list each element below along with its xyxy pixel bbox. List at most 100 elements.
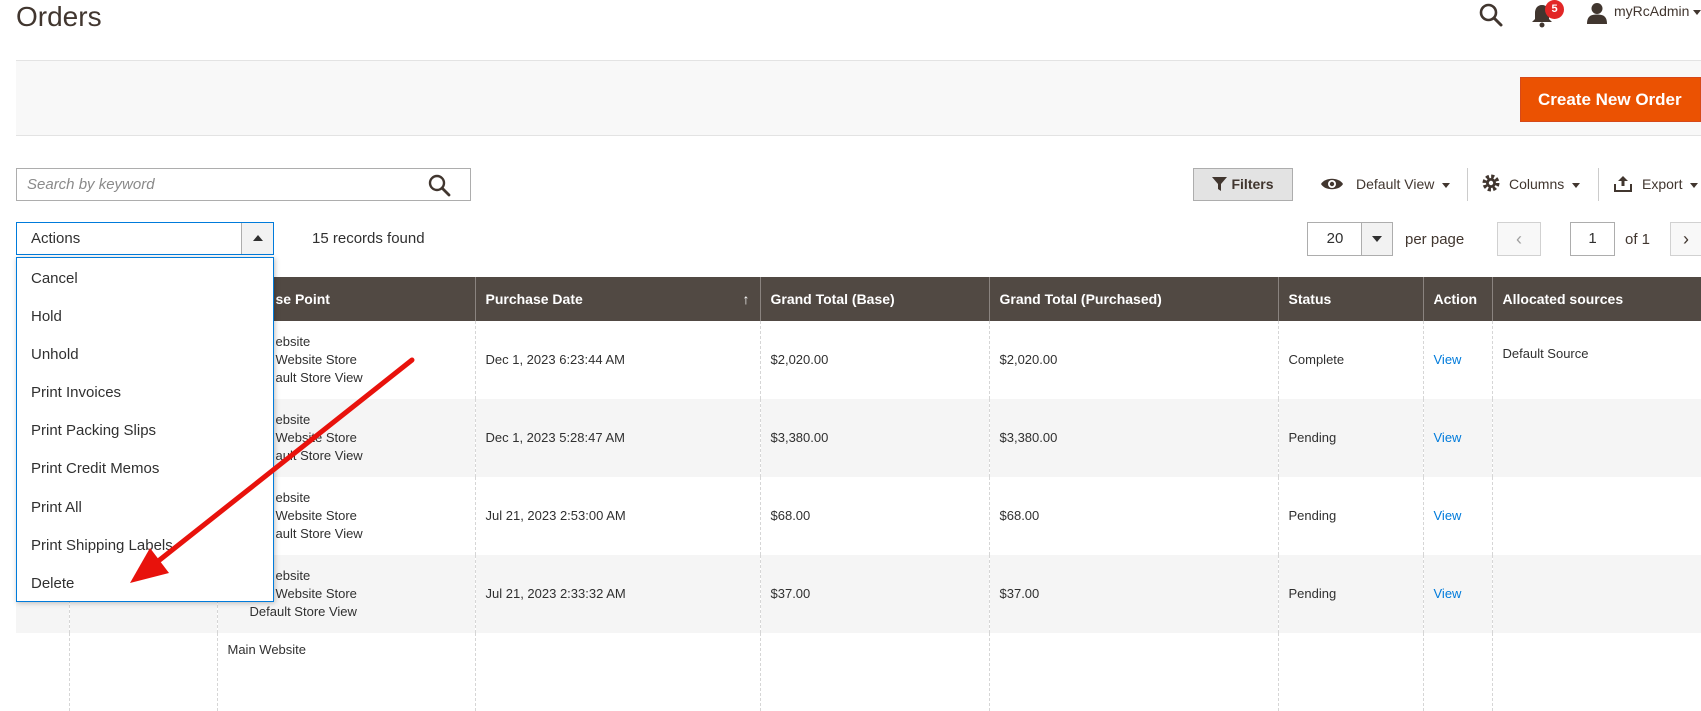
filters-label: Filters xyxy=(1231,176,1274,192)
view-order-link[interactable]: View xyxy=(1434,352,1462,367)
user-icon[interactable] xyxy=(1586,2,1608,24)
view-order-link[interactable]: View xyxy=(1434,586,1462,601)
cell-status: Pending xyxy=(1277,477,1423,555)
action-print-credit-memos[interactable]: Print Credit Memos xyxy=(31,460,159,477)
cell-allocated-sources: Default Source xyxy=(1491,321,1701,399)
cell-purchase-date: Dec 1, 2023 6:23:44 AM xyxy=(474,321,760,399)
eye-icon xyxy=(1321,178,1343,190)
export-label: Export xyxy=(1642,176,1683,192)
cell-status: Complete xyxy=(1277,321,1423,399)
cell-grand-total-purchased: $37.00 xyxy=(988,555,1278,633)
cell-status: Pending xyxy=(1277,555,1423,633)
cell-grand-total-purchased xyxy=(988,633,1278,711)
action-unhold[interactable]: Unhold xyxy=(31,346,79,363)
page-title: Orders xyxy=(16,1,102,32)
search-icon[interactable] xyxy=(1478,2,1504,28)
actions-dropdown-menu: Cancel Hold Unhold Print Invoices Print … xyxy=(16,257,274,602)
next-page-button[interactable]: › xyxy=(1670,222,1701,256)
column-label: Action xyxy=(1433,291,1478,307)
column-label: Allocated sources xyxy=(1502,291,1624,307)
view-selector[interactable]: Default View xyxy=(1320,168,1451,201)
chevron-down-icon xyxy=(1693,9,1701,15)
actions-select[interactable]: Actions xyxy=(16,222,274,255)
cell-status: Pending xyxy=(1277,399,1423,477)
filters-button[interactable]: Filters xyxy=(1193,168,1293,201)
total-pages-label: of 1 xyxy=(1625,231,1651,248)
action-print-shipping-labels[interactable]: Print Shipping Labels xyxy=(31,537,173,554)
sort-ascending-icon: ↑ xyxy=(742,291,750,307)
view-order-link[interactable]: View xyxy=(1434,508,1462,523)
column-header-purchase-date[interactable]: Purchase Date ↑ xyxy=(474,277,760,321)
cell-allocated-sources xyxy=(1491,555,1701,633)
action-hold[interactable]: Hold xyxy=(31,308,62,325)
per-page-toggle[interactable] xyxy=(1361,223,1392,255)
view-label: Default View xyxy=(1356,176,1435,192)
column-label: se Point xyxy=(275,291,330,307)
search-input[interactable] xyxy=(17,169,417,200)
toolbar-divider xyxy=(1598,168,1599,201)
action-print-invoices[interactable]: Print Invoices xyxy=(31,384,121,401)
per-page-value: 20 xyxy=(1326,230,1344,247)
chevron-right-icon: › xyxy=(1683,229,1689,249)
page-actions-bar xyxy=(16,61,1701,136)
cell-action: View xyxy=(1422,555,1492,633)
column-header-allocated-sources[interactable]: Allocated sources xyxy=(1491,277,1701,321)
cell-allocated-sources xyxy=(1491,477,1701,555)
chevron-down-icon xyxy=(1572,182,1581,188)
records-count: 15 records found xyxy=(312,230,425,247)
cell-action: View xyxy=(1422,477,1492,555)
filter-icon xyxy=(1212,177,1228,191)
export-selector[interactable]: Export xyxy=(1614,168,1699,201)
action-cancel[interactable]: Cancel xyxy=(31,270,78,287)
cell-purchase-date xyxy=(474,633,760,711)
column-label: Status xyxy=(1288,291,1332,307)
keyword-search xyxy=(16,168,471,201)
column-header-status[interactable]: Status xyxy=(1277,277,1423,321)
current-page-input[interactable]: 1 xyxy=(1570,222,1615,256)
cell-action xyxy=(1422,633,1492,711)
action-delete[interactable]: Delete xyxy=(31,575,74,592)
cell-grand-total-base: $37.00 xyxy=(759,555,989,633)
user-name: myRcAdmin xyxy=(1614,3,1690,19)
columns-selector[interactable]: Columns xyxy=(1481,168,1581,201)
search-submit-icon[interactable] xyxy=(427,173,451,197)
user-menu[interactable]: myRcAdmin xyxy=(1614,3,1701,19)
chevron-left-icon: ‹ xyxy=(1516,229,1522,249)
cell-allocated-sources xyxy=(1491,399,1701,477)
cell-purchase-date: Jul 21, 2023 2:53:00 AM xyxy=(474,477,760,555)
cell-grand-total-purchased: $2,020.00 xyxy=(988,321,1278,399)
per-page-label: per page xyxy=(1405,231,1465,248)
view-order-link[interactable]: View xyxy=(1434,430,1462,445)
chevron-down-icon xyxy=(1690,182,1699,188)
cell-allocated-sources xyxy=(1491,633,1701,711)
previous-page-button[interactable]: ‹ xyxy=(1497,222,1541,256)
actions-toggle[interactable] xyxy=(241,223,273,254)
export-icon xyxy=(1614,176,1632,192)
cell-action: View xyxy=(1422,399,1492,477)
column-header-action: Action xyxy=(1422,277,1492,321)
create-new-order-button[interactable]: Create New Order xyxy=(1520,77,1701,122)
toolbar-divider xyxy=(1467,168,1468,201)
cell-status xyxy=(1277,633,1423,711)
chevron-down-icon xyxy=(1372,236,1382,242)
column-header-grand-total-base[interactable]: Grand Total (Base) xyxy=(759,277,989,321)
action-print-packing-slips[interactable]: Print Packing Slips xyxy=(31,422,156,439)
cell-grand-total-base: $2,020.00 xyxy=(759,321,989,399)
per-page-select[interactable]: 20 xyxy=(1307,222,1393,256)
cell-id xyxy=(68,633,217,711)
row-checkbox-cell[interactable] xyxy=(16,633,69,711)
column-label: Grand Total (Base) xyxy=(770,291,895,307)
notification-badge: 5 xyxy=(1545,0,1564,19)
columns-label: Columns xyxy=(1509,176,1565,192)
action-print-all[interactable]: Print All xyxy=(31,499,82,516)
cell-grand-total-base: $3,380.00 xyxy=(759,399,989,477)
column-label: Grand Total (Purchased) xyxy=(999,291,1162,307)
chevron-down-icon xyxy=(1442,182,1451,188)
cell-grand-total-base: $68.00 xyxy=(759,477,989,555)
cell-purchase-date: Jul 21, 2023 2:33:32 AM xyxy=(474,555,760,633)
table-row[interactable]: Main Website xyxy=(16,633,1701,711)
cell-action: View xyxy=(1422,321,1492,399)
cell-grand-total-purchased: $3,380.00 xyxy=(988,399,1278,477)
chevron-up-icon xyxy=(253,235,263,241)
column-header-grand-total-purchased[interactable]: Grand Total (Purchased) xyxy=(988,277,1278,321)
